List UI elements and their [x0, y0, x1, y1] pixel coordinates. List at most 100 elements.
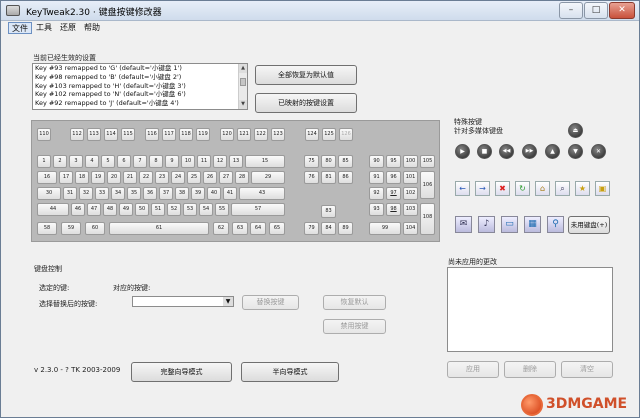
key-50[interactable]: 50 — [135, 203, 149, 216]
search-icon[interactable]: ⌕ — [555, 181, 570, 196]
delete-button[interactable]: 删除 — [504, 361, 556, 378]
key-126[interactable]: 126 — [339, 128, 353, 141]
key-5[interactable]: 5 — [101, 155, 115, 168]
key-54[interactable]: 54 — [199, 203, 213, 216]
key-83[interactable]: 83 — [321, 205, 336, 218]
key-100[interactable]: 100 — [403, 155, 418, 168]
key-110[interactable]: 110 — [37, 128, 51, 141]
key-13[interactable]: 13 — [229, 155, 243, 168]
key-60[interactable]: 60 — [85, 222, 105, 235]
key-103[interactable]: 103 — [403, 203, 418, 216]
key-58[interactable]: 58 — [37, 222, 57, 235]
key-24[interactable]: 24 — [171, 171, 185, 184]
key-49[interactable]: 49 — [119, 203, 133, 216]
key-46[interactable]: 46 — [71, 203, 85, 216]
key-11[interactable]: 11 — [197, 155, 211, 168]
key-61[interactable]: 61 — [109, 222, 209, 235]
key-23[interactable]: 23 — [155, 171, 169, 184]
play-icon[interactable]: ▶ — [455, 144, 470, 159]
key-102[interactable]: 102 — [403, 187, 418, 200]
key-59[interactable]: 59 — [61, 222, 81, 235]
key-63[interactable]: 63 — [232, 222, 248, 235]
key-85[interactable]: 85 — [338, 155, 353, 168]
key-16[interactable]: 16 — [37, 171, 57, 184]
stop-web-icon[interactable]: ✖ — [495, 181, 510, 196]
key-65[interactable]: 65 — [269, 222, 285, 235]
key-40[interactable]: 40 — [207, 187, 221, 200]
key-44[interactable]: 44 — [37, 203, 69, 216]
key-36[interactable]: 36 — [143, 187, 157, 200]
key-95[interactable]: 95 — [386, 155, 401, 168]
key-90[interactable]: 90 — [369, 155, 384, 168]
key-39[interactable]: 39 — [191, 187, 205, 200]
list-item[interactable]: Key #102 remapped to 'N' (default='小键盘 6… — [33, 90, 247, 99]
home-icon[interactable]: ⌂ — [535, 181, 550, 196]
key-104[interactable]: 104 — [403, 222, 418, 235]
key-96[interactable]: 96 — [386, 171, 401, 184]
list-item[interactable]: Key #93 remapped to 'G' (default='小键盘 1'… — [33, 64, 247, 73]
key-20[interactable]: 20 — [107, 171, 121, 184]
key-43[interactable]: 43 — [239, 187, 285, 200]
key-113[interactable]: 113 — [87, 128, 101, 141]
eject-icon[interactable]: ⏏ — [568, 123, 583, 138]
list-item[interactable]: Key #92 remapped to 'J' (default='小键盘 4'… — [33, 99, 247, 108]
key-7[interactable]: 7 — [133, 155, 147, 168]
key-26[interactable]: 26 — [203, 171, 217, 184]
full-teach-mode-button[interactable]: 完整向导模式 — [131, 362, 232, 382]
key-101[interactable]: 101 — [403, 171, 418, 184]
key-22[interactable]: 22 — [139, 171, 153, 184]
stop-icon[interactable]: ■ — [477, 144, 492, 159]
key-97[interactable]: 97 — [386, 187, 401, 200]
key-48[interactable]: 48 — [103, 203, 117, 216]
menu-help[interactable]: 帮助 — [81, 22, 103, 34]
key-34[interactable]: 34 — [111, 187, 125, 200]
list-item[interactable]: Key #98 remapped to 'B' (default='小键盘 2'… — [33, 73, 247, 82]
key-19[interactable]: 19 — [91, 171, 105, 184]
key-10[interactable]: 10 — [181, 155, 195, 168]
key-108[interactable]: 108 — [420, 203, 435, 235]
key-32[interactable]: 32 — [79, 187, 93, 200]
key-29[interactable]: 29 — [251, 171, 285, 184]
remap-list[interactable]: Key #93 remapped to 'G' (default='小键盘 1'… — [32, 63, 248, 110]
maximize-button[interactable]: □ — [584, 2, 608, 19]
remap-key-button[interactable]: 替换按键 — [242, 295, 299, 310]
key-75[interactable]: 75 — [304, 155, 319, 168]
key-80[interactable]: 80 — [321, 155, 336, 168]
key-3[interactable]: 3 — [69, 155, 83, 168]
key-122[interactable]: 122 — [254, 128, 268, 141]
key-38[interactable]: 38 — [175, 187, 189, 200]
key-2[interactable]: 2 — [53, 155, 67, 168]
key-105[interactable]: 105 — [420, 155, 435, 168]
key-117[interactable]: 117 — [162, 128, 176, 141]
key-27[interactable]: 27 — [219, 171, 233, 184]
key-84[interactable]: 84 — [321, 222, 336, 235]
my-computer-icon[interactable]: ▭ — [501, 216, 518, 233]
key-93[interactable]: 93 — [369, 203, 384, 216]
key-64[interactable]: 64 — [250, 222, 266, 235]
close-button[interactable]: ✕ — [609, 2, 635, 19]
media-select-icon[interactable]: ♪ — [478, 216, 495, 233]
key-98[interactable]: 98 — [386, 203, 401, 216]
next-track-icon[interactable]: ▶▶ — [522, 144, 537, 159]
scroll-up-icon[interactable]: ▲ — [239, 64, 247, 73]
raw-map-button[interactable]: 未用键盘(+) — [568, 216, 610, 234]
mute-icon[interactable]: ✕ — [591, 144, 606, 159]
key-53[interactable]: 53 — [183, 203, 197, 216]
key-118[interactable]: 118 — [179, 128, 193, 141]
key-86[interactable]: 86 — [338, 171, 353, 184]
key-115[interactable]: 115 — [121, 128, 135, 141]
magnifier-icon[interactable]: ⚲ — [547, 216, 564, 233]
mail-icon[interactable]: ✉ — [455, 216, 472, 233]
key-12[interactable]: 12 — [213, 155, 227, 168]
key-33[interactable]: 33 — [95, 187, 109, 200]
key-4[interactable]: 4 — [85, 155, 99, 168]
key-89[interactable]: 89 — [338, 222, 353, 235]
key-116[interactable]: 116 — [145, 128, 159, 141]
key-30[interactable]: 30 — [37, 187, 61, 200]
key-25[interactable]: 25 — [187, 171, 201, 184]
scroll-thumb[interactable] — [240, 78, 246, 86]
key-91[interactable]: 91 — [369, 171, 384, 184]
half-teach-mode-button[interactable]: 半向导模式 — [241, 362, 339, 382]
pending-changes-list[interactable] — [447, 267, 613, 352]
calculator-icon[interactable]: ▦ — [524, 216, 541, 233]
